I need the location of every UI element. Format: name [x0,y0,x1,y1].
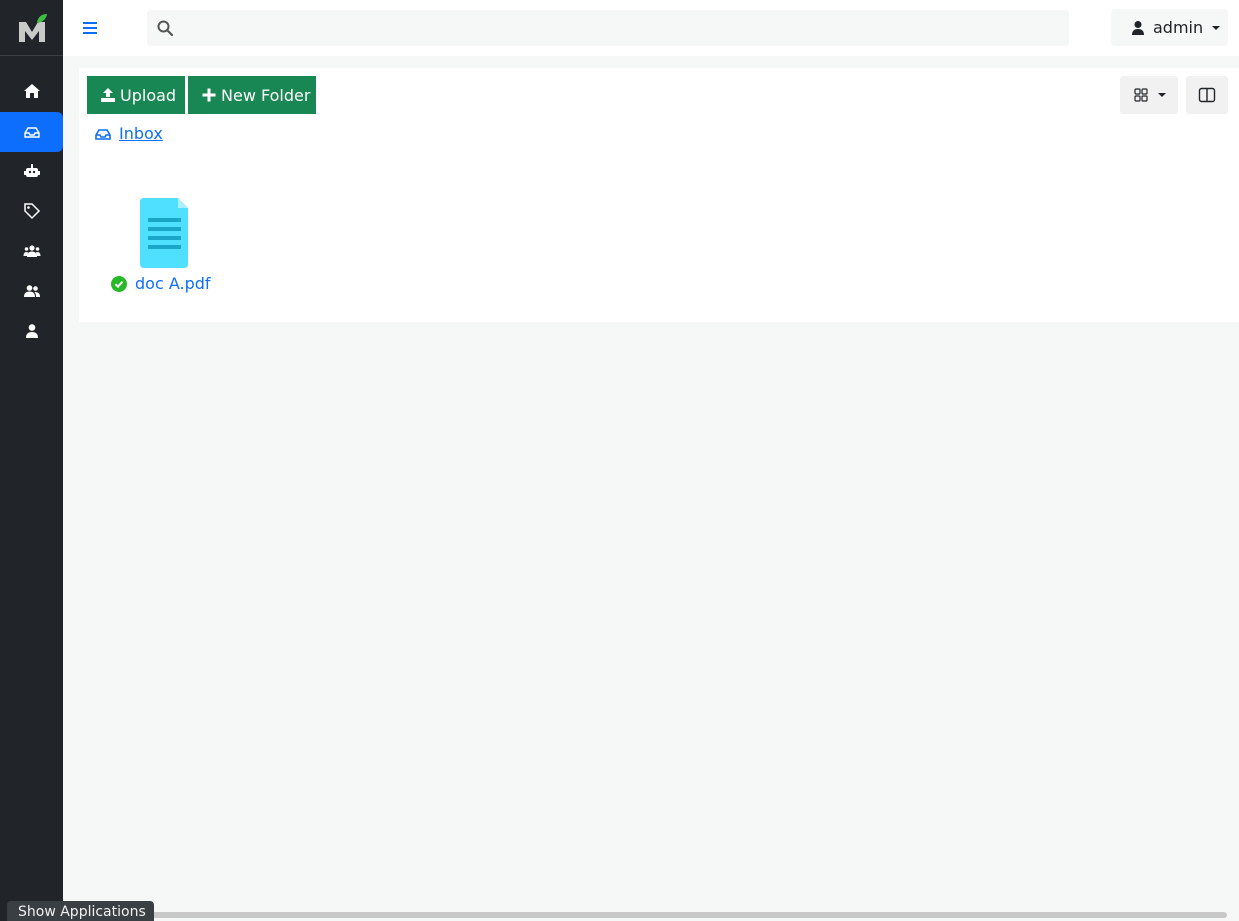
horizontal-scrollbar[interactable] [145,912,1227,918]
inbox-icon [23,127,40,138]
grid-icon [1133,88,1148,102]
upload-button[interactable]: Upload [87,76,185,114]
sidebar-item-home[interactable] [0,71,63,111]
search-icon [157,20,173,36]
sidebar [0,0,63,921]
top-bar: admin [63,0,1239,56]
app-logo[interactable] [0,0,63,56]
sidebar-item-inbox[interactable] [0,112,63,152]
user-icon [25,324,38,338]
user-icon [1132,20,1144,35]
toggle-side-panel-button[interactable] [1186,76,1228,114]
sidebar-item-profile[interactable] [0,311,63,351]
inbox-icon [95,128,111,140]
new-folder-button[interactable]: New Folder [188,76,316,114]
chevron-down-icon [1212,25,1221,30]
new-folder-label: New Folder [221,85,311,105]
upload-icon [101,88,115,102]
sidebar-item-tags[interactable] [0,191,63,231]
file-browser-panel: Upload New Folder Inbox doc A.pdf [79,68,1239,322]
robot-icon [23,164,40,177]
breadcrumb: Inbox [95,124,163,143]
logo-icon [18,13,47,42]
user-menu-button[interactable]: admin [1111,9,1228,46]
file-item[interactable]: doc A.pdf [109,196,219,296]
user-name: admin [1153,18,1204,37]
document-icon [140,198,188,268]
breadcrumb-inbox-link[interactable]: Inbox [119,124,163,143]
upload-label: Upload [120,85,177,105]
file-label: doc A.pdf [111,274,211,293]
users-icon [23,285,40,297]
search-input[interactable] [147,10,1069,46]
show-applications-button[interactable]: Show Applications [7,901,154,921]
sidebar-item-groups[interactable] [0,231,63,271]
home-icon [23,84,40,98]
sidebar-item-users[interactable] [0,271,63,311]
chevron-down-icon [1157,93,1166,97]
hamburger-icon[interactable] [81,18,99,38]
plus-icon [202,88,216,102]
tags-icon [23,203,40,220]
sidebar-item-automation[interactable] [0,151,63,191]
split-panel-icon [1198,87,1216,103]
groups-icon [23,245,40,257]
file-name: doc A.pdf [135,274,211,293]
check-circle-icon [111,275,127,292]
view-mode-dropdown[interactable] [1120,76,1178,114]
